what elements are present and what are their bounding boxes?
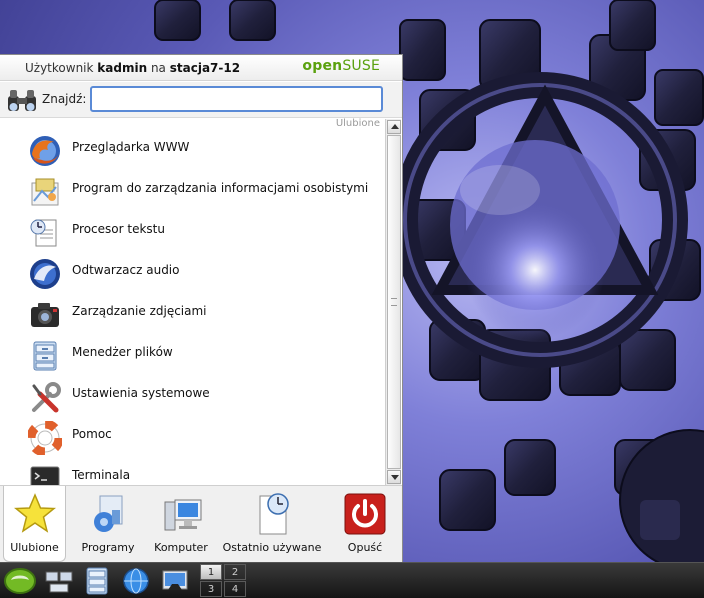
- audio-player-icon: [30, 259, 60, 289]
- list-item-pim[interactable]: Program do zarządzania informacjami osob…: [0, 171, 384, 212]
- section-title-favorites: Ulubione: [335, 118, 380, 129]
- list-item-web-browser[interactable]: Przeglądarka WWW: [0, 130, 384, 171]
- favorites-scrollbar[interactable]: [385, 119, 401, 485]
- tab-computer[interactable]: Komputer: [150, 486, 212, 562]
- arrow-up-icon: [391, 124, 399, 129]
- pim-icon: [31, 178, 59, 206]
- scroll-up-button[interactable]: [387, 120, 401, 134]
- user-on: na: [150, 61, 166, 75]
- username: kadmin: [97, 61, 148, 75]
- terminal-icon: [30, 466, 60, 485]
- computer-icon: [164, 499, 202, 531]
- web-browser-globe-icon[interactable]: [121, 566, 151, 596]
- star-icon: [13, 493, 56, 533]
- camera-icon: [31, 303, 59, 327]
- search-input[interactable]: [90, 86, 383, 112]
- desktop-3-button[interactable]: 3: [200, 581, 222, 597]
- favorites-list: Przeglądarka WWW Program do zarządzania …: [0, 130, 384, 485]
- binoculars-icon: [8, 90, 36, 111]
- tab-label: Komputer: [154, 541, 208, 554]
- recent-documents-icon: [259, 493, 289, 535]
- taskbar: 1 2 3 4: [0, 562, 704, 598]
- search-bar: Znajdź:: [0, 82, 402, 118]
- file-manager-icon[interactable]: [82, 566, 112, 596]
- desktop-pager: 1 2 3 4: [200, 564, 247, 598]
- suse-start-button-icon[interactable]: [3, 566, 37, 596]
- opensuse-logo: openSUSE: [302, 58, 380, 74]
- list-item-audio-player[interactable]: Odtwarzacz audio: [0, 253, 384, 294]
- desktop-4-button[interactable]: 4: [224, 581, 246, 597]
- list-item-terminal[interactable]: Terminala: [0, 458, 384, 485]
- network-icon[interactable]: [44, 566, 74, 596]
- tab-label: Ostatnio używane: [222, 541, 322, 554]
- start-menu: Użytkownik kadmin na stacja7-12 openSUSE…: [0, 54, 403, 562]
- user-info: Użytkownik kadmin na stacja7-12: [25, 61, 240, 75]
- list-item-photo-manager[interactable]: Zarządzanie zdjęciami: [0, 294, 384, 335]
- grip-icon: [391, 298, 397, 306]
- search-label: Znajdź:: [42, 92, 87, 106]
- brand-open: open: [302, 58, 343, 74]
- tab-label: Programy: [81, 541, 135, 554]
- desktop-1-button[interactable]: 1: [200, 564, 222, 580]
- menu-header: Użytkownik kadmin na stacja7-12 openSUSE: [0, 55, 402, 81]
- list-item-label: Odtwarzacz audio: [72, 263, 180, 277]
- list-item-label: Program do zarządzania informacjami osob…: [72, 181, 369, 195]
- list-item-label: Terminala: [72, 468, 131, 482]
- list-item-label: Ustawienia systemowe: [72, 386, 210, 400]
- list-item-label: Menedżer plików: [72, 345, 173, 359]
- applications-icon: [94, 495, 123, 532]
- file-manager-icon: [33, 341, 57, 371]
- list-item-system-settings[interactable]: Ustawienia systemowe: [0, 376, 384, 417]
- help-lifebuoy-icon: [28, 421, 62, 455]
- scroll-down-button[interactable]: [387, 470, 401, 484]
- scrollbar-thumb[interactable]: [387, 135, 401, 469]
- tab-label: Opuść: [347, 541, 383, 554]
- tab-leave[interactable]: Opuść: [334, 486, 396, 562]
- tab-applications[interactable]: Programy: [78, 486, 138, 562]
- power-icon: [344, 493, 386, 535]
- tab-label: Ulubione: [10, 541, 59, 554]
- list-item-file-manager[interactable]: Menedżer plików: [0, 335, 384, 376]
- firefox-icon: [30, 136, 60, 166]
- list-item-word-processor[interactable]: Procesor tekstu: [0, 212, 384, 253]
- list-item-label: Przeglądarka WWW: [72, 140, 190, 154]
- brand-suse: SUSE: [342, 58, 380, 74]
- arrow-down-icon: [391, 475, 399, 480]
- user-prefix: Użytkownik: [25, 61, 94, 75]
- hostname: stacja7-12: [169, 61, 241, 75]
- word-processor-icon: [30, 219, 57, 247]
- system-settings-icon: [32, 382, 61, 413]
- tab-recently-used[interactable]: Ostatnio używane: [222, 486, 322, 562]
- list-item-label: Zarządzanie zdjęciami: [72, 304, 207, 318]
- menu-tab-bar: Ulubione Programy Komputer Ostatnio używ…: [0, 485, 402, 562]
- list-item-label: Pomoc: [72, 427, 112, 441]
- list-item-label: Procesor tekstu: [72, 222, 165, 236]
- list-item-help[interactable]: Pomoc: [0, 417, 384, 458]
- desktop-2-button[interactable]: 2: [224, 564, 246, 580]
- show-desktop-icon[interactable]: [160, 566, 190, 596]
- tab-favorites[interactable]: Ulubione: [3, 486, 66, 562]
